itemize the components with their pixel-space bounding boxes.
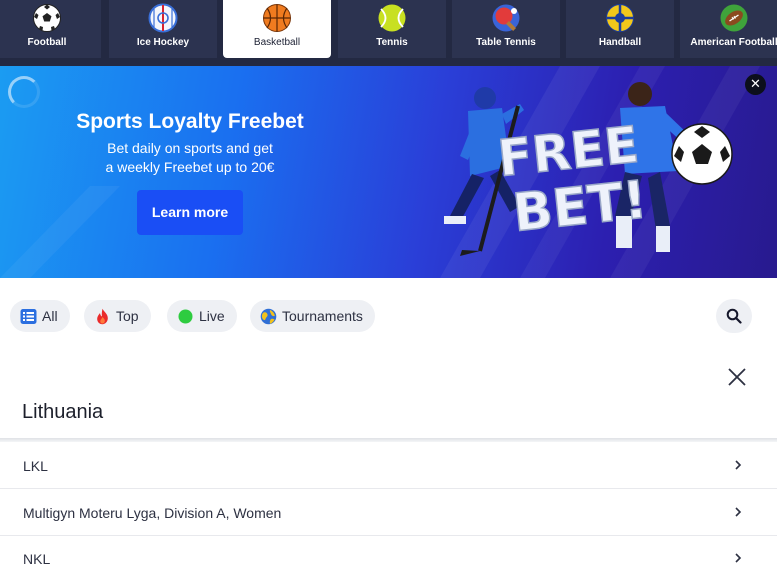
banner-subtitle: a weekly Freebet up to 20€ (105, 159, 275, 175)
sport-tab-american-football[interactable]: American Football (680, 0, 777, 58)
loading-spinner-icon (8, 76, 40, 108)
basketball-icon (263, 4, 291, 32)
chevron-right-icon (735, 460, 742, 470)
chevron-right-icon (735, 507, 742, 517)
filter-chip-top[interactable]: Top (84, 300, 151, 332)
content-panel: All Top Live Tournaments Lithuania LKL M… (0, 288, 777, 581)
list-icon (20, 308, 37, 324)
banner-subtitle: Bet daily on sports and get (107, 140, 273, 156)
league-name: Multigyn Moteru Lyga, Division A, Women (23, 505, 282, 521)
tennis-icon (378, 4, 406, 32)
banner-close-button[interactable]: ✕ (745, 74, 766, 95)
search-button[interactable] (716, 299, 752, 333)
sport-tab-football[interactable]: Football (0, 0, 101, 58)
freebet-illustration: FREE BET! (444, 82, 733, 256)
close-icon: ✕ (750, 77, 761, 92)
sport-tab-label: Football (27, 37, 67, 48)
filter-chip-tournaments[interactable]: Tournaments (250, 300, 375, 332)
globe-icon (260, 308, 277, 324)
league-row-multigyn-moteru-lyga[interactable]: Multigyn Moteru Lyga, Division A, Women (0, 490, 777, 536)
sport-tab-handball[interactable]: Handball (566, 0, 674, 58)
league-row-nkl[interactable]: NKL (0, 536, 777, 581)
sport-tab-ice-hockey[interactable]: Ice Hockey (109, 0, 217, 58)
fire-icon (97, 308, 108, 324)
sport-tab-label: Basketball (253, 37, 301, 48)
league-name: NKL (23, 551, 51, 567)
filter-chip-all[interactable]: All (10, 300, 70, 332)
filter-chip-label: All (42, 308, 58, 324)
american-football-icon (720, 4, 748, 32)
filter-chip-live[interactable]: Live (167, 300, 237, 332)
sport-tab-label: Ice Hockey (136, 37, 190, 48)
filter-chip-label: Top (116, 308, 139, 324)
ice-hockey-icon (148, 3, 178, 33)
sport-tab-tennis[interactable]: Tennis (338, 0, 446, 58)
sport-tab-table-tennis[interactable]: Table Tennis (452, 0, 560, 58)
filter-chip-label: Tournaments (282, 308, 363, 324)
section-divider (0, 438, 777, 442)
sport-tab-basketball[interactable]: Basketball (223, 0, 331, 58)
sport-tab-label: Handball (598, 37, 642, 48)
league-row-lkl[interactable]: LKL (0, 443, 777, 489)
region-title: Lithuania (22, 401, 104, 423)
table-tennis-icon (492, 4, 520, 32)
handball-icon (606, 4, 634, 32)
soccer-ball-graphic (671, 123, 733, 185)
league-name: LKL (23, 458, 48, 474)
promo-banner[interactable]: Sports Loyalty Freebet Bet daily on spor… (0, 66, 777, 278)
sport-tab-label: Tennis (376, 37, 408, 48)
banner-title: Sports Loyalty Freebet (76, 110, 304, 133)
sport-tab-label: American Football (690, 37, 777, 48)
search-icon (726, 308, 742, 324)
football-icon (33, 4, 61, 32)
live-dot-icon (178, 309, 193, 323)
sport-tab-label: Table Tennis (476, 37, 536, 48)
sports-nav-bar: Football Ice Hockey Basketball Tennis Ta… (0, 0, 777, 66)
close-icon[interactable] (726, 366, 748, 388)
chevron-right-icon (735, 553, 742, 563)
learn-more-button[interactable]: Learn more (137, 190, 243, 235)
filter-chip-label: Live (199, 308, 225, 324)
